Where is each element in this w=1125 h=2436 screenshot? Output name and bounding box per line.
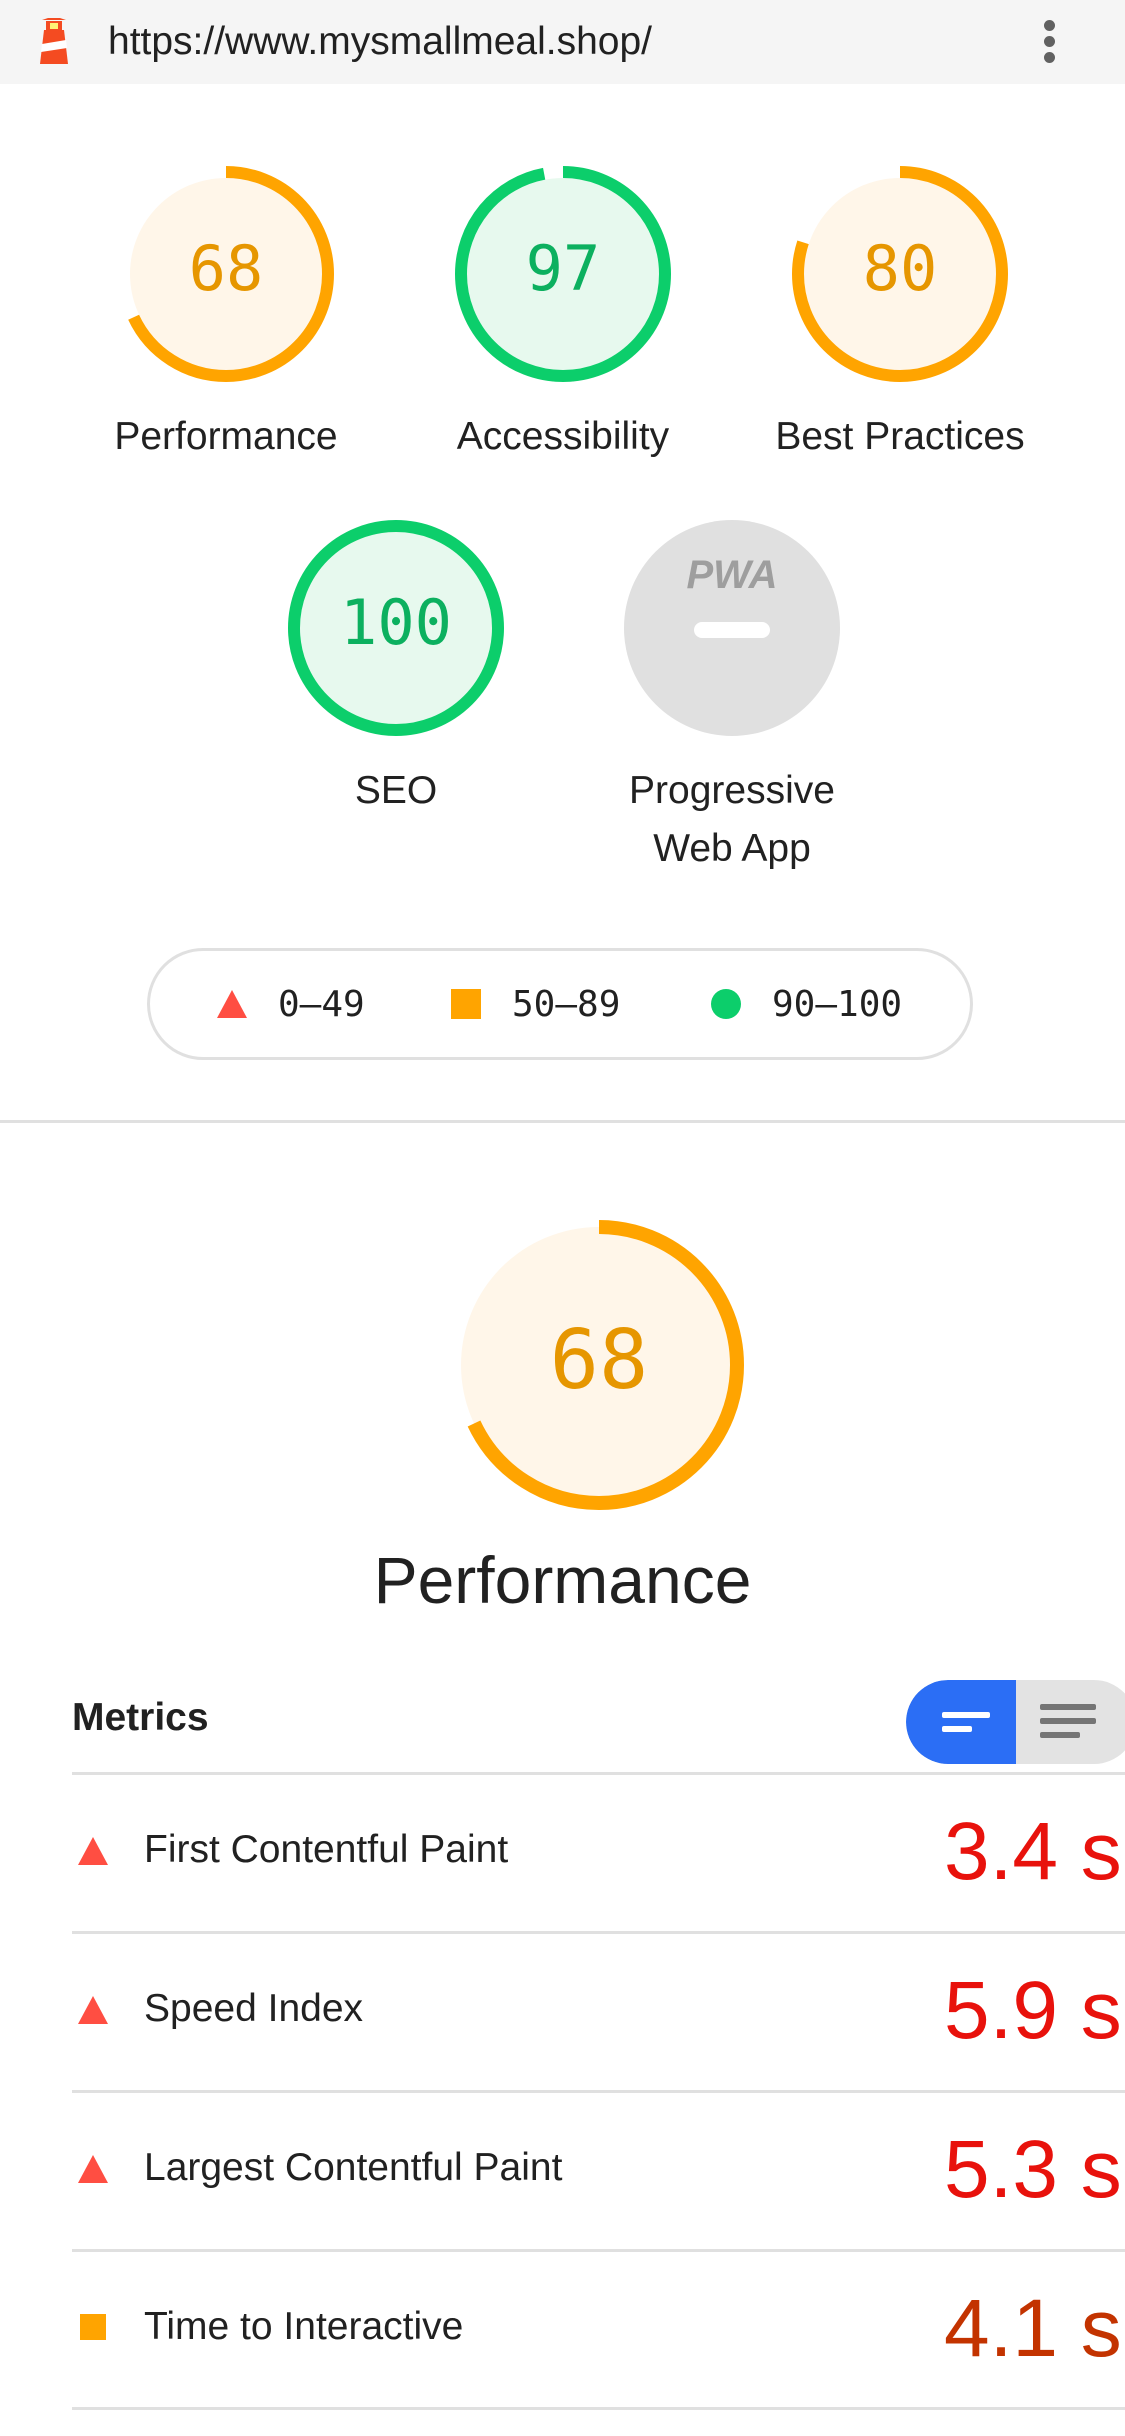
compact-view-icon [942, 1712, 990, 1718]
expanded-view-icon-bar [1040, 1718, 1096, 1724]
gauge-label: Best Practices [775, 415, 1025, 458]
gauge-ring: 80 [792, 166, 1008, 382]
section-divider [0, 1120, 1125, 1123]
gauge-accessibility[interactable]: 97 Accessibility [393, 164, 733, 466]
lighthouse-icon [40, 18, 68, 64]
gauge-pwa[interactable]: PWA Progressive Web App [562, 518, 902, 878]
metric-label: Speed Index [144, 1987, 364, 2030]
legend-fail-range: 0–49 [278, 983, 365, 1025]
gauge-best-practices[interactable]: 80 Best Practices [730, 164, 1070, 466]
pwa-badge-icon: PWA [624, 520, 840, 736]
pwa-badge-text: PWA [686, 553, 777, 597]
gauge-label-line1: Progressive [629, 769, 835, 812]
gauge-score: 68 [189, 232, 264, 305]
gauge-performance[interactable]: 68 Performance [56, 164, 396, 466]
triangle-icon [78, 1996, 108, 2024]
gauge-score: 80 [863, 232, 938, 305]
gauge-score: 97 [526, 232, 601, 305]
expanded-view-button[interactable] [1016, 1680, 1125, 1764]
compact-view-button[interactable] [906, 1680, 1016, 1764]
gauge-label: SEO [354, 769, 438, 812]
legend-average: 50–89 [450, 951, 620, 1057]
gauge-ring: 68 [454, 1220, 744, 1510]
more-menu-icon[interactable] [1030, 16, 1070, 68]
performance-gauge: 68 [452, 1218, 746, 1512]
browser-bar: https://www.mysmallmeal.shop/ [0, 0, 1125, 84]
expanded-view-icon-bar [1040, 1732, 1080, 1738]
gauge-ring: 100 [288, 520, 504, 736]
triangle-icon [78, 2155, 108, 2183]
circle-icon [711, 989, 741, 1019]
legend-fail: 0–49 [216, 951, 365, 1057]
metric-label: Time to Interactive [144, 2305, 464, 2348]
square-icon [451, 989, 481, 1019]
metrics-heading: Metrics [72, 1696, 209, 1739]
gauge-label-line2: Web App [653, 827, 811, 870]
metric-row: Time to Interactive 4.1 s [72, 2249, 1125, 2410]
url-text[interactable]: https://www.mysmallmeal.shop/ [108, 18, 652, 66]
metric-value: 3.4 s [944, 1806, 1122, 1897]
metric-value: 4.1 s [944, 2283, 1122, 2374]
metric-value: 5.9 s [944, 1965, 1122, 2056]
gauge-score: 68 [550, 1313, 649, 1408]
gauge-label: Performance [114, 415, 338, 458]
triangle-icon [78, 1837, 108, 1865]
legend-pass-range: 90–100 [772, 983, 903, 1025]
square-icon [80, 2314, 106, 2340]
expanded-view-icon [1040, 1704, 1096, 1710]
triangle-icon [217, 990, 247, 1018]
gauge-label: Accessibility [456, 415, 670, 458]
legend-pass: 90–100 [710, 951, 902, 1057]
compact-view-icon-bar [942, 1726, 972, 1732]
legend-average-range: 50–89 [512, 983, 621, 1025]
gauge-seo[interactable]: 100 SEO [226, 518, 566, 820]
metric-value: 5.3 s [944, 2124, 1122, 2215]
gauge-ring: 97 [455, 166, 671, 382]
metric-label: Largest Contentful Paint [144, 2146, 563, 2189]
metric-row: Speed Index 5.9 s [72, 1931, 1125, 2089]
gauge-ring: 68 [118, 166, 334, 382]
gauge-score: 100 [340, 586, 452, 659]
metric-label: First Contentful Paint [144, 1828, 509, 1871]
score-legend: 0–49 50–89 90–100 [147, 948, 973, 1060]
metrics-view-toggle[interactable] [906, 1680, 1125, 1764]
gauge-label: Progressive Web App [562, 762, 902, 878]
section-title: Performance [373, 1543, 752, 1617]
metric-row: Largest Contentful Paint 5.3 s [72, 2090, 1125, 2248]
metric-row: First Contentful Paint 3.4 s [72, 1772, 1125, 1930]
